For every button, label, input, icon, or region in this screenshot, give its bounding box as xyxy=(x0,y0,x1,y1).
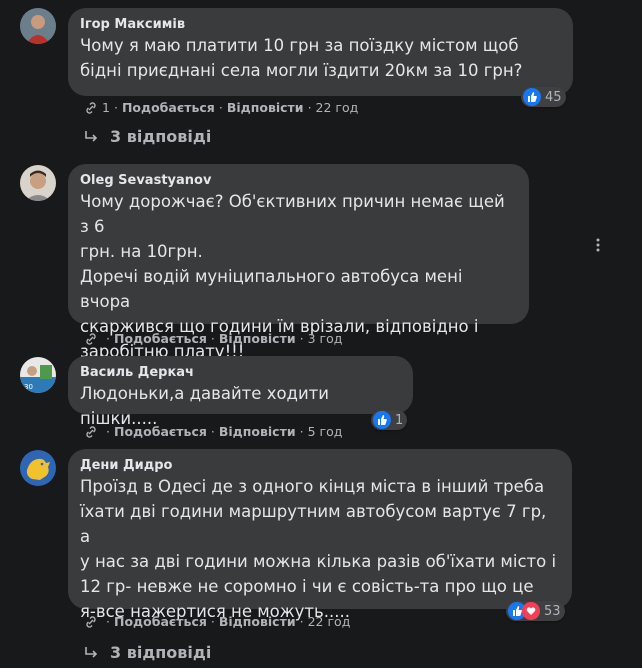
like-button[interactable]: Подобається xyxy=(122,100,215,115)
comment-text-line: бідні приєднані села могли їздити 20км з… xyxy=(80,61,523,80)
comment-text-line: Чому я маю платити 10 грн за поїздку міс… xyxy=(80,36,519,55)
view-replies-button[interactable]: 3 відповіді xyxy=(84,127,211,146)
comment-text-line: Проїзд в Одесі де з одного кінця міста в… xyxy=(80,477,545,496)
avatar[interactable]: 30 xyxy=(20,357,56,393)
comment-bubble: Василь Деркач Людоньки,а давайте ходити … xyxy=(68,356,413,428)
reply-arrow-icon xyxy=(85,130,98,142)
reply-button[interactable]: Відповісти xyxy=(219,331,296,346)
comment-actions: · Подобається · Відповісти · 5 год xyxy=(84,424,342,439)
like-button[interactable]: Подобається xyxy=(114,331,207,346)
timestamp[interactable]: 22 год xyxy=(308,614,351,629)
replies-count-label: 3 відповіді xyxy=(110,643,212,662)
svg-text:30: 30 xyxy=(24,383,33,391)
avatar[interactable] xyxy=(20,8,56,44)
author-name[interactable]: Ігор Максимів xyxy=(80,16,561,33)
comment-bubble: Ігор Максимів Чому я маю платити 10 грн … xyxy=(68,8,573,96)
reply-arrow-icon xyxy=(85,646,98,658)
more-options-icon[interactable] xyxy=(590,237,606,253)
like-button[interactable]: Подобається xyxy=(114,614,207,629)
comment-text-line: у нас за дві години можна кілька разів о… xyxy=(80,552,557,571)
comment-text-line: грн. на 10грн. xyxy=(80,242,203,261)
comment-bubble: Oleg Sevastyanov Чому дорожчає? Об'єктив… xyxy=(68,164,529,361)
link-icon xyxy=(86,425,96,438)
link-count: 1 xyxy=(102,100,110,115)
timestamp[interactable]: 3 год xyxy=(308,331,343,346)
reaction-count: 1 xyxy=(395,412,404,428)
link-icon xyxy=(86,332,96,345)
comment-actions: · Подобається · Відповісти · 3 год xyxy=(84,331,342,346)
avatar[interactable] xyxy=(20,165,56,201)
like-icon xyxy=(373,411,391,429)
reaction-count: 45 xyxy=(545,89,562,105)
reaction-summary[interactable]: 1 xyxy=(371,410,408,430)
reaction-count: 53 xyxy=(544,603,561,619)
reaction-summary[interactable]: 45 xyxy=(521,87,566,107)
avatar[interactable] xyxy=(20,450,56,486)
timestamp[interactable]: 22 год xyxy=(316,100,359,115)
comment-actions: 1 · Подобається · Відповісти · 22 год xyxy=(84,100,358,115)
comment-text-line: Чому дорожчає? Об'єктивних причин немає … xyxy=(80,192,505,236)
comment-text-line: 12 гр- невже не соромно і чи є совість-т… xyxy=(80,577,534,596)
love-icon xyxy=(522,602,540,620)
reply-button[interactable]: Відповісти xyxy=(219,614,296,629)
view-replies-button[interactable]: 3 відповіді xyxy=(84,643,211,662)
reply-button[interactable]: Відповісти xyxy=(227,100,304,115)
like-icon xyxy=(523,88,541,106)
link-icon xyxy=(86,615,96,628)
comment-actions: · Подобається · Відповісти · 22 год xyxy=(84,614,350,629)
like-button[interactable]: Подобається xyxy=(114,424,207,439)
comment-text-line: їхати дві години маршрутним автобусом ва… xyxy=(80,502,547,546)
comment-text-line: Доречі водій муніципального автобуса мен… xyxy=(80,267,463,311)
reply-button[interactable]: Відповісти xyxy=(219,424,296,439)
link-icon xyxy=(86,101,96,114)
author-name[interactable]: Василь Деркач xyxy=(80,364,401,381)
author-name[interactable]: Дени Дидро xyxy=(80,457,560,474)
timestamp[interactable]: 5 год xyxy=(308,424,343,439)
reaction-summary[interactable]: 53 xyxy=(506,601,565,621)
replies-count-label: 3 відповіді xyxy=(110,127,212,146)
comment-bubble: Дени Дидро Проїзд в Одесі де з одного кі… xyxy=(68,449,572,621)
author-name[interactable]: Oleg Sevastyanov xyxy=(80,172,517,189)
